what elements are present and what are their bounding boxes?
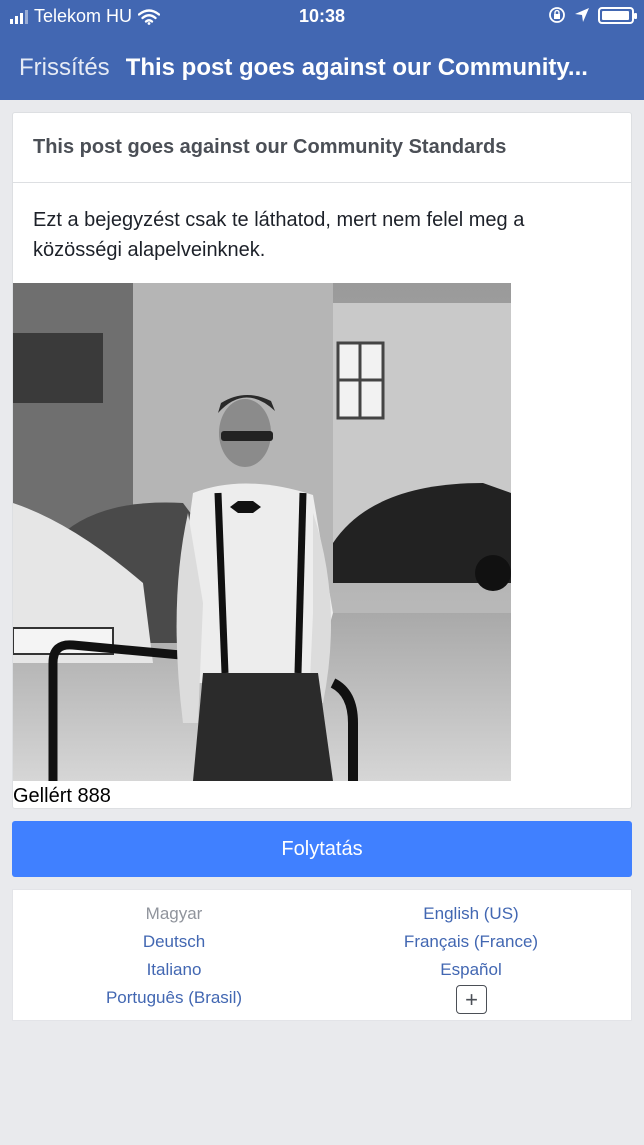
status-left: Telekom HU [10,6,161,27]
status-right [548,6,637,24]
refresh-button[interactable]: Frissítés [19,54,110,82]
carrier-label: Telekom HU [34,6,133,26]
plus-icon[interactable]: + [456,985,487,1014]
language-item-english-us[interactable]: English (US) [423,904,518,924]
continue-button[interactable]: Folytatás [12,821,632,877]
language-item-magyar: Magyar [145,904,203,923]
language-selector: Magyar English (US) Deutsch Français (Fr… [12,889,632,1021]
card-message: Ezt a bejegyzést csak te láthatod, mert … [33,209,525,261]
language-item-espanol[interactable]: Español [440,960,501,980]
battery-level [602,10,629,20]
battery-icon [598,6,637,24]
photo-image [13,283,511,781]
card-header: This post goes against our Community Sta… [13,113,631,183]
language-item-francais[interactable]: Français (France) [404,932,538,952]
language-item-deutsch[interactable]: Deutsch [143,932,205,952]
signal-icon [10,9,28,24]
photo-caption: Gellért 888 [13,785,111,807]
wifi-icon [138,8,161,25]
post-photo [13,283,511,781]
post-card: This post goes against our Community Sta… [12,112,632,809]
status-bar: Telekom HU 10:38 [0,0,644,34]
nav-row: Frissítés This post goes against our Com… [0,48,644,88]
location-arrow-icon [575,8,589,22]
language-item-portugues[interactable]: Português (Brasil) [106,988,242,1008]
language-item-italiano[interactable]: Italiano [147,960,202,980]
top-bar: Telekom HU 10:38 Frissítés This post goe… [0,0,644,100]
orientation-lock-icon [549,7,565,23]
page-title: This post goes against our Community... [125,54,588,81]
